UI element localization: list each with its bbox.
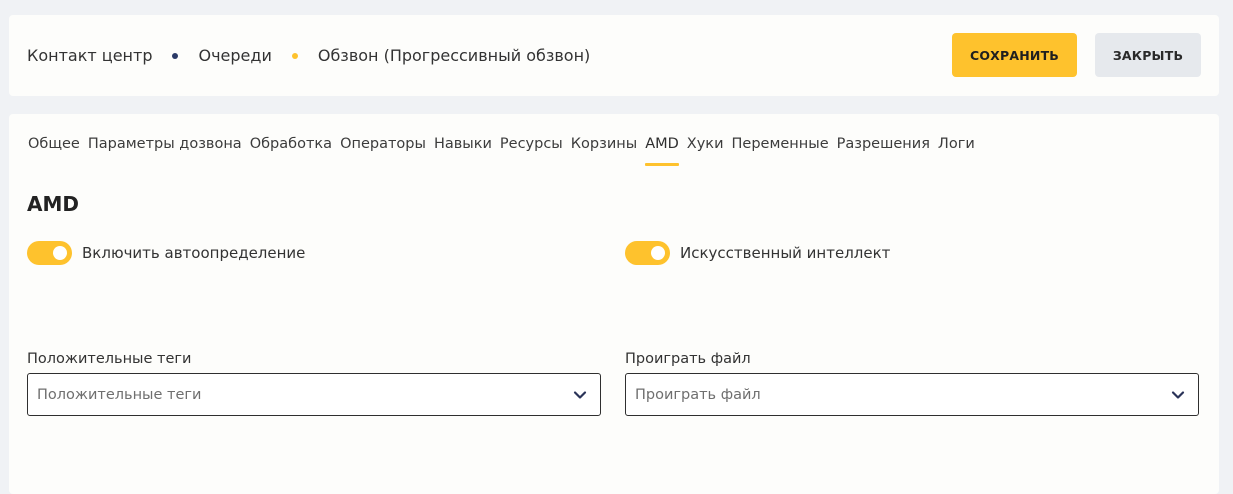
tab-variables[interactable]: Переменные	[732, 136, 829, 166]
tab-amd[interactable]: AMD	[645, 136, 679, 166]
positive-tags-label: Положительные теги	[27, 351, 192, 367]
header-card: Контакт центр Очереди Обзвон (Прогрессив…	[9, 15, 1219, 96]
ai-toggle-row: Искусственный интеллект	[625, 241, 890, 265]
play-file-label: Проиграть файл	[625, 351, 751, 367]
save-button[interactable]: СОХРАНИТЬ	[952, 33, 1077, 77]
tab-skills[interactable]: Навыки	[434, 136, 492, 166]
breadcrumb-separator-dot	[172, 52, 179, 59]
tab-dial-parameters[interactable]: Параметры дозвона	[88, 136, 242, 166]
breadcrumb-queues[interactable]: Очереди	[198, 46, 271, 65]
tab-processing[interactable]: Обработка	[250, 136, 332, 166]
chevron-down-icon	[1171, 390, 1185, 399]
autodetect-toggle-row: Включить автоопределение	[27, 241, 305, 265]
tab-operators[interactable]: Операторы	[340, 136, 426, 166]
breadcrumb-contact-center[interactable]: Контакт центр	[27, 46, 152, 65]
breadcrumb: Контакт центр Очереди Обзвон (Прогрессив…	[27, 15, 590, 96]
toggle-knob	[651, 246, 665, 260]
tab-general[interactable]: Общее	[28, 136, 80, 166]
play-file-select[interactable]: Проиграть файл	[625, 373, 1199, 416]
tab-hooks[interactable]: Хуки	[687, 136, 724, 166]
positive-tags-select[interactable]: Положительные теги	[27, 373, 601, 416]
ai-toggle[interactable]	[625, 241, 670, 265]
play-file-placeholder: Проиграть файл	[635, 386, 761, 403]
settings-panel: Общее Параметры дозвона Обработка Операт…	[9, 114, 1219, 494]
positive-tags-placeholder: Положительные теги	[37, 386, 202, 403]
chevron-down-icon	[573, 390, 587, 399]
tab-permissions[interactable]: Разрешения	[837, 136, 930, 166]
tab-baskets[interactable]: Корзины	[571, 136, 637, 166]
tab-logs[interactable]: Логи	[938, 136, 975, 166]
section-title: AMD	[27, 192, 79, 216]
close-button[interactable]: ЗАКРЫТЬ	[1095, 33, 1201, 77]
autodetect-toggle[interactable]	[27, 241, 72, 265]
tab-bar: Общее Параметры дозвона Обработка Операт…	[28, 136, 983, 166]
autodetect-toggle-label: Включить автоопределение	[82, 244, 306, 262]
ai-toggle-label: Искусственный интеллект	[680, 244, 891, 262]
breadcrumb-separator-dot	[291, 52, 298, 59]
breadcrumb-current-queue: Обзвон (Прогрессивный обзвон)	[317, 46, 591, 65]
toggle-knob	[53, 246, 67, 260]
tab-resources[interactable]: Ресурсы	[500, 136, 563, 166]
